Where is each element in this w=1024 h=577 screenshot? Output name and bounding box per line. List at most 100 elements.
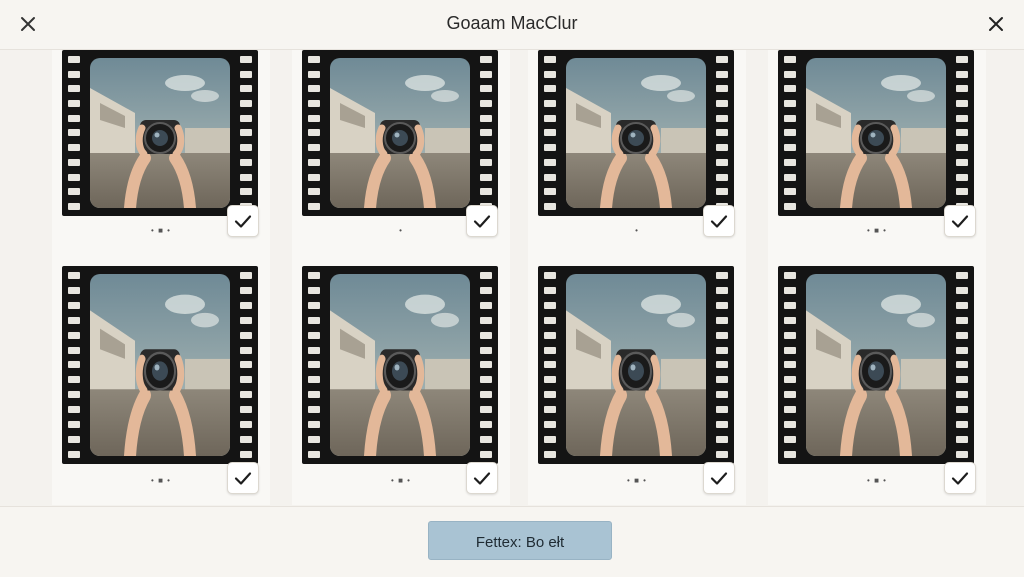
bottom-bar: Fettex: Bo ełt: [0, 506, 1024, 577]
sprocket-hole: [68, 114, 80, 122]
photo-card[interactable]: •: [292, 50, 510, 279]
sprocket-hole: [956, 114, 968, 122]
sprocket-hole: [240, 188, 252, 196]
sprocket-hole: [784, 173, 796, 181]
sprocket-hole: [716, 173, 728, 181]
sprocket-hole: [784, 100, 796, 108]
photo-thumbnail: [806, 274, 946, 456]
sprocket-hole: [68, 56, 80, 63]
sprocket-hole: [716, 129, 728, 137]
sprocket-hole: [240, 272, 252, 279]
primary-action-button[interactable]: Fettex: Bo ełt: [428, 521, 612, 560]
sprocket-hole: [240, 301, 252, 309]
sprocket-hole: [240, 391, 252, 399]
sprocket-hole: [308, 301, 320, 309]
sprocket-hole: [784, 421, 796, 429]
sprocket-hole: [544, 331, 556, 339]
sprocket-hole: [784, 316, 796, 324]
sprocket-hole: [716, 144, 728, 152]
sprocket-hole: [308, 331, 320, 339]
sprocket-hole: [240, 173, 252, 181]
sprocket-hole: [480, 272, 492, 279]
photo-image: [90, 274, 230, 456]
sprocket-holes: [716, 56, 728, 210]
sprocket-hole: [544, 173, 556, 181]
sprocket-hole: [544, 435, 556, 443]
close-icon[interactable]: [984, 12, 1008, 36]
sprocket-hole: [956, 56, 968, 63]
photo-card[interactable]: •: [528, 50, 746, 279]
sprocket-hole: [240, 56, 252, 63]
sprocket-hole: [784, 202, 796, 210]
sprocket-hole: [240, 158, 252, 166]
sprocket-hole: [480, 158, 492, 166]
sprocket-hole: [784, 331, 796, 339]
sprocket-hole: [784, 129, 796, 137]
sprocket-hole: [68, 202, 80, 210]
film-frame: [778, 266, 974, 464]
sprocket-hole: [68, 100, 80, 108]
photo-card[interactable]: • ■ •: [768, 50, 986, 279]
sprocket-hole: [956, 144, 968, 152]
sprocket-hole: [68, 85, 80, 93]
sprocket-hole: [308, 316, 320, 324]
photo-caption: •: [399, 226, 403, 235]
sprocket-hole: [480, 406, 492, 414]
sprocket-hole: [308, 158, 320, 166]
sprocket-hole: [240, 85, 252, 93]
sprocket-hole: [716, 435, 728, 443]
sprocket-hole: [308, 391, 320, 399]
sprocket-hole: [784, 346, 796, 354]
photo-card[interactable]: • ■ •: [52, 50, 270, 279]
sprocket-hole: [716, 331, 728, 339]
sprocket-holes: [68, 56, 80, 210]
sprocket-hole: [544, 316, 556, 324]
sprocket-hole: [784, 406, 796, 414]
sprocket-hole: [308, 376, 320, 384]
sprocket-holes: [308, 272, 320, 458]
photo-image: [566, 274, 706, 456]
sprocket-hole: [956, 158, 968, 166]
sprocket-holes: [240, 272, 252, 458]
sprocket-holes: [544, 272, 556, 458]
sprocket-hole: [480, 361, 492, 369]
sprocket-hole: [544, 202, 556, 210]
photo-card[interactable]: • ■ •: [292, 250, 510, 505]
sprocket-hole: [240, 361, 252, 369]
photo-card[interactable]: • ■ •: [528, 250, 746, 505]
sprocket-hole: [480, 56, 492, 63]
photo-thumbnail: [566, 58, 706, 208]
sprocket-hole: [68, 129, 80, 137]
sprocket-hole: [956, 376, 968, 384]
sprocket-hole: [480, 316, 492, 324]
photo-thumbnail: [806, 58, 946, 208]
sprocket-hole: [68, 435, 80, 443]
sprocket-hole: [544, 301, 556, 309]
sprocket-hole: [544, 272, 556, 279]
photo-card[interactable]: • ■ •: [52, 250, 270, 505]
sprocket-hole: [68, 158, 80, 166]
sprocket-hole: [480, 331, 492, 339]
sprocket-hole: [716, 376, 728, 384]
photo-image: [330, 274, 470, 456]
sprocket-hole: [68, 272, 80, 279]
sprocket-hole: [544, 286, 556, 294]
sprocket-holes: [308, 56, 320, 210]
sprocket-hole: [716, 391, 728, 399]
sprocket-hole: [716, 301, 728, 309]
sprocket-hole: [68, 406, 80, 414]
sprocket-holes: [480, 272, 492, 458]
sprocket-hole: [480, 85, 492, 93]
film-frame: [538, 266, 734, 464]
sprocket-hole: [956, 346, 968, 354]
sprocket-hole: [956, 129, 968, 137]
sprocket-hole: [68, 301, 80, 309]
sprocket-hole: [716, 158, 728, 166]
sprocket-hole: [784, 188, 796, 196]
sprocket-hole: [716, 316, 728, 324]
photo-card[interactable]: • ■ •: [768, 250, 986, 505]
sprocket-hole: [240, 450, 252, 458]
sprocket-hole: [716, 361, 728, 369]
sprocket-hole: [68, 286, 80, 294]
sprocket-hole: [956, 70, 968, 78]
